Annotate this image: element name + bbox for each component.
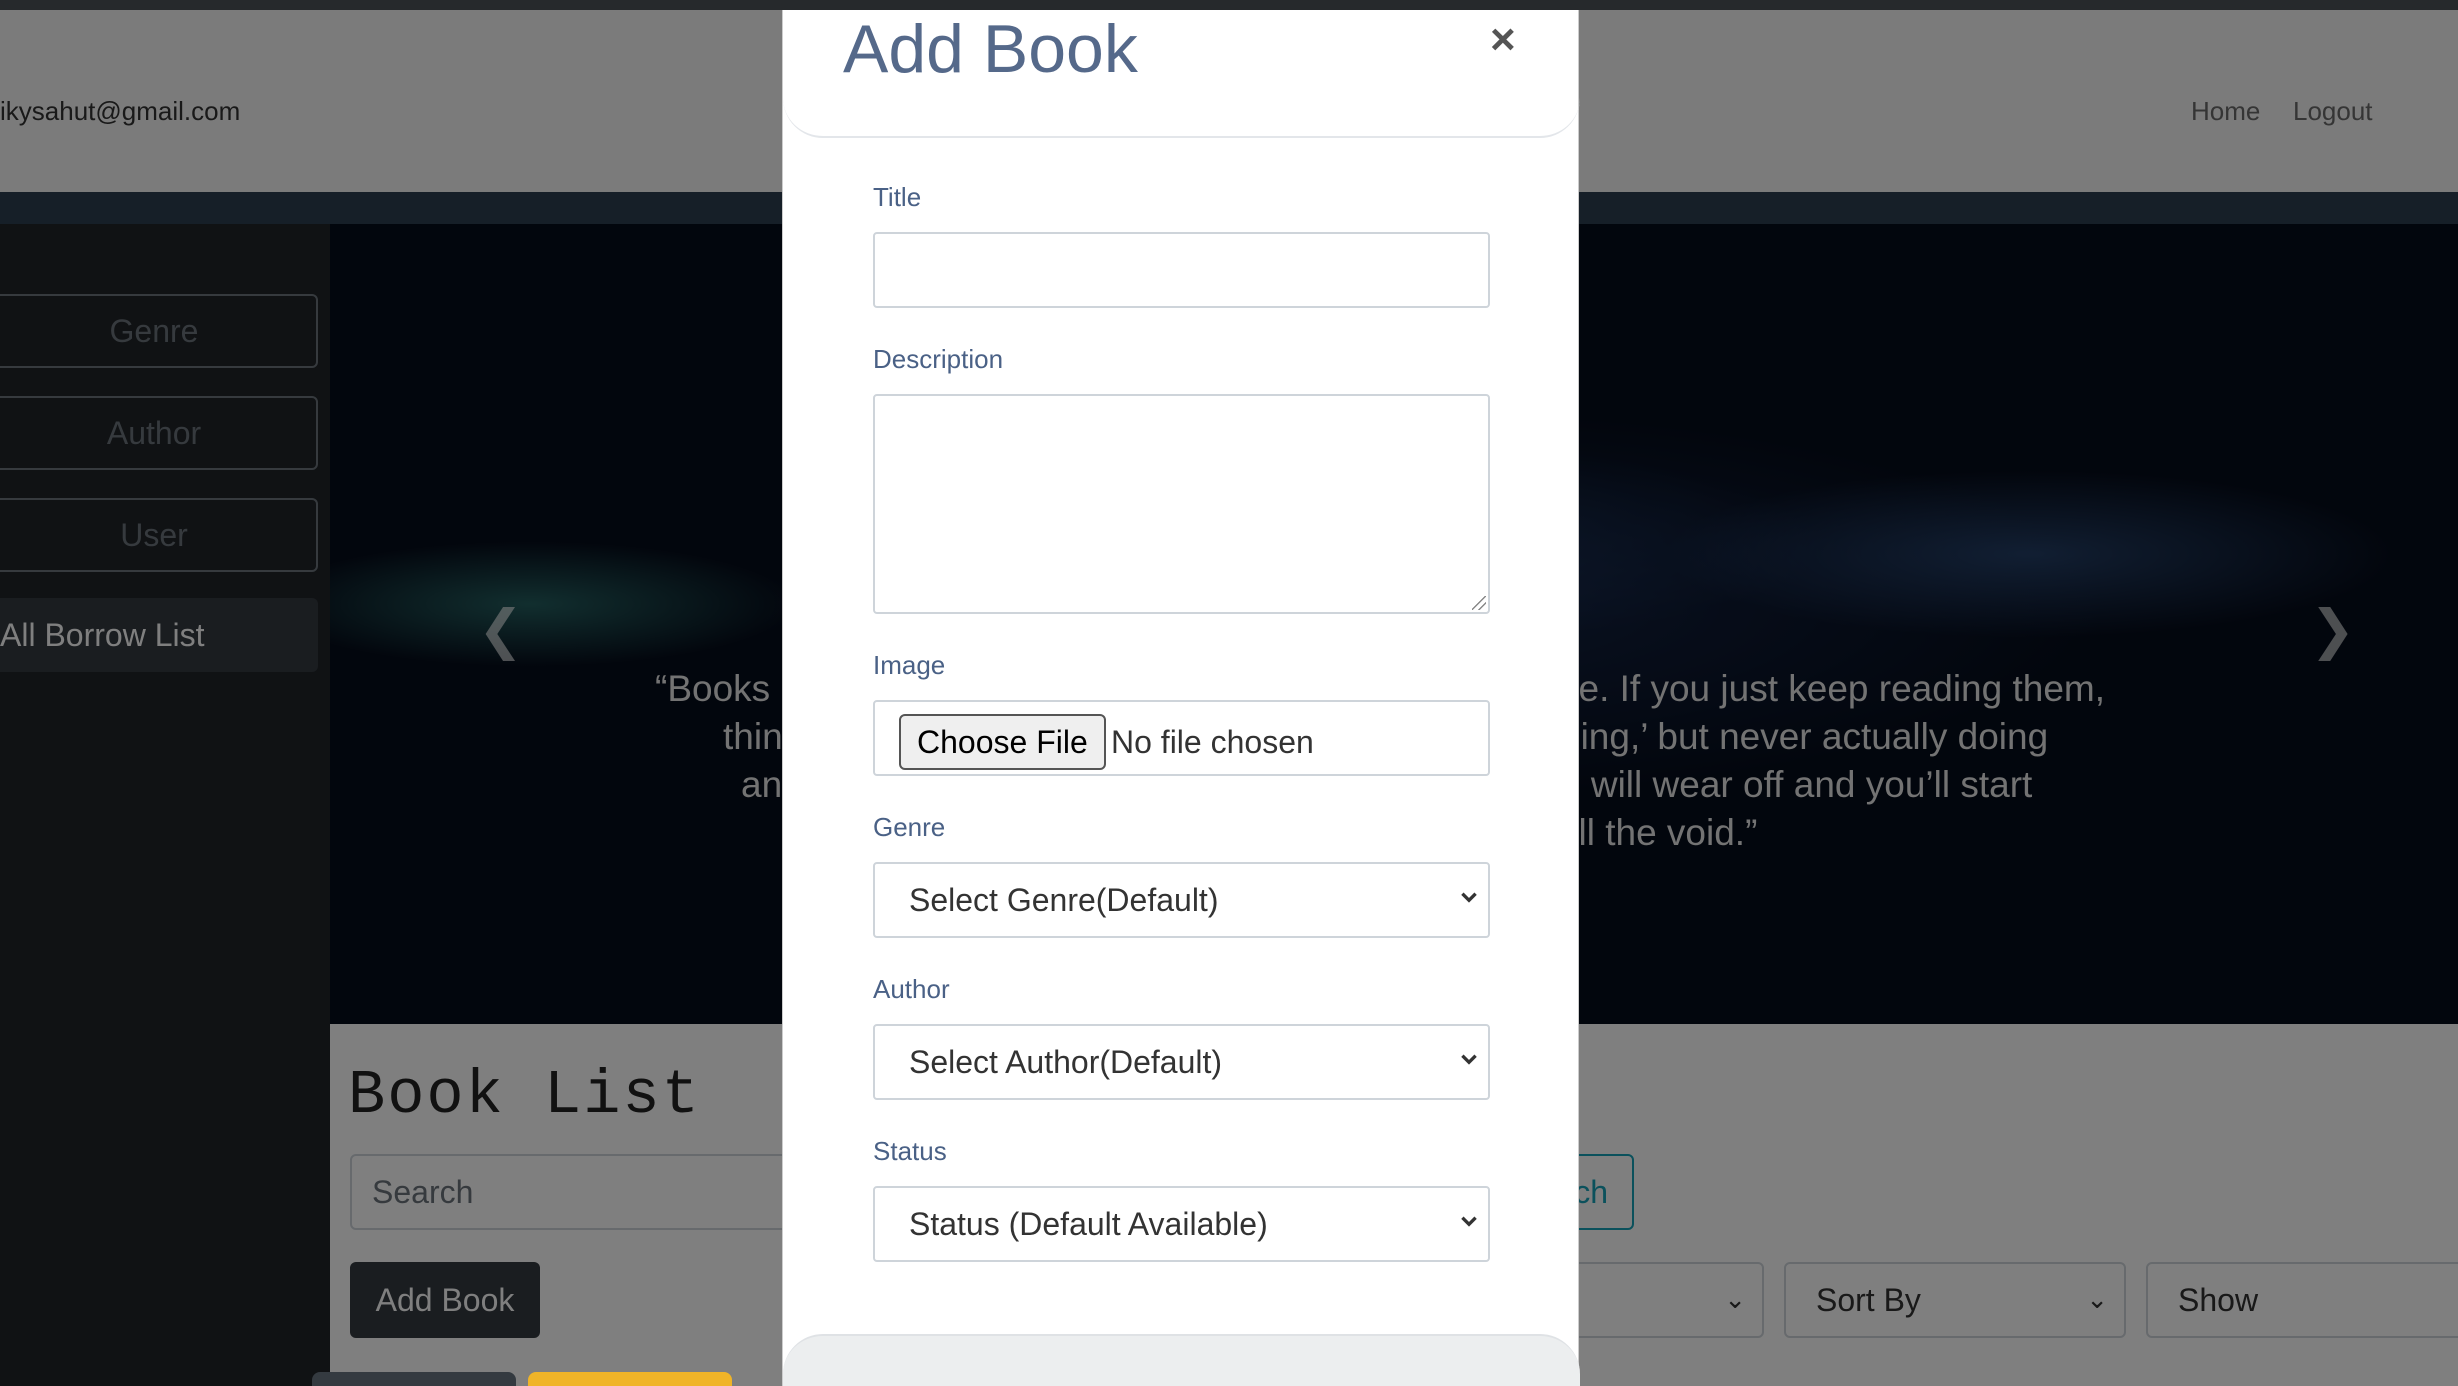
chevron-down-icon [1461, 892, 1477, 903]
status-select-value: Status (Default Available) [909, 1205, 1268, 1242]
image-file-input[interactable]: Choose File No file chosen [873, 700, 1490, 776]
modal-title: Add Book [843, 11, 1138, 87]
genre-label: Genre [873, 812, 946, 842]
status-select[interactable]: Status (Default Available) [873, 1186, 1490, 1262]
close-icon[interactable]: × [1490, 16, 1516, 64]
author-select-value: Select Author(Default) [909, 1043, 1223, 1080]
genre-select-value: Select Genre(Default) [909, 881, 1219, 918]
chevron-down-icon [1461, 1216, 1477, 1227]
author-select[interactable]: Select Author(Default) [873, 1024, 1490, 1100]
author-label: Author [873, 974, 950, 1004]
description-textarea[interactable] [873, 394, 1490, 614]
title-label: Title [873, 182, 922, 212]
resize-handle-icon[interactable] [1472, 596, 1486, 610]
modal-header: Add Book × [783, 10, 1580, 138]
status-label: Status [873, 1136, 947, 1166]
file-status-text: No file chosen [1111, 724, 1314, 760]
chevron-down-icon [1461, 1054, 1477, 1065]
close-button[interactable] [312, 1372, 516, 1386]
genre-select[interactable]: Select Genre(Default) [873, 862, 1490, 938]
description-label: Description [873, 344, 1004, 374]
modal-footer [783, 1334, 1580, 1386]
title-input[interactable] [873, 232, 1490, 308]
image-label: Image [873, 650, 946, 680]
submit-button[interactable] [528, 1372, 732, 1386]
add-book-modal: Add Book × Title Description Image Choos… [782, 10, 1580, 1386]
choose-file-button[interactable]: Choose File [899, 714, 1106, 770]
